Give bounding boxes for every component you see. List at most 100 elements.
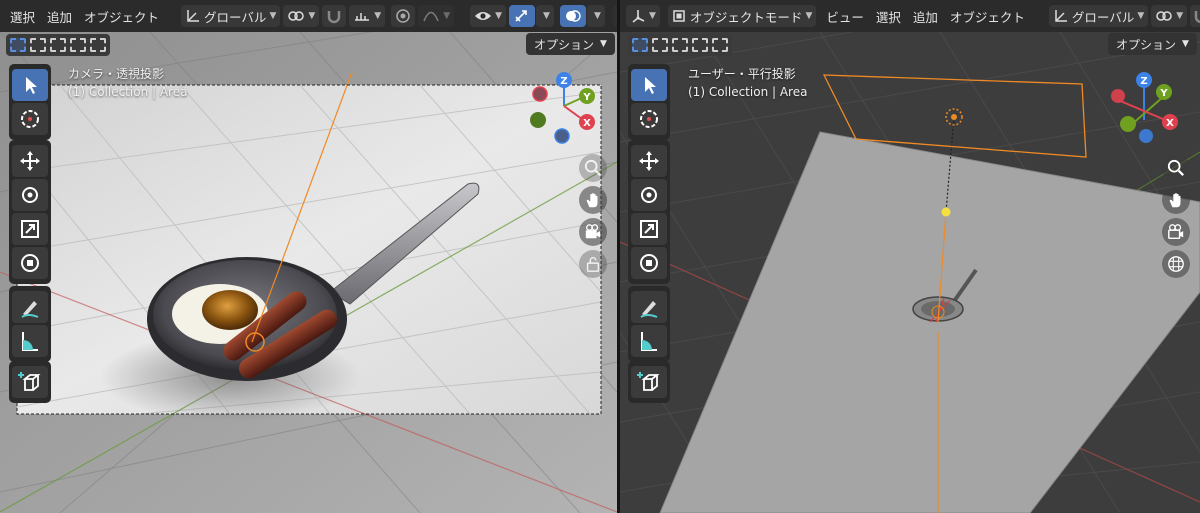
grid-icon[interactable] bbox=[1162, 250, 1190, 278]
mode-label: オブジェクトモード bbox=[689, 9, 803, 25]
menu-select[interactable]: 選択 bbox=[870, 7, 907, 26]
menu-add[interactable]: 追加 bbox=[41, 7, 78, 26]
measure-icon[interactable] bbox=[631, 325, 667, 357]
orientation-label: グローバル bbox=[204, 9, 267, 25]
select-extend-icon[interactable] bbox=[652, 38, 668, 52]
navigation-gizmo[interactable]: Z Y X bbox=[528, 70, 600, 148]
menu-view[interactable]: ビュー bbox=[820, 7, 870, 26]
zoom-icon[interactable] bbox=[579, 154, 607, 182]
magnet-icon bbox=[1194, 11, 1200, 24]
user-ortho-viewport[interactable]: ユーザー・平行投影 (1) Collection | Area Z Y X bbox=[620, 32, 1200, 513]
right-header: ▼ オブジェクトモード ▼ ビュー 選択 追加 オブジェクト グローバル ▼ ▼ bbox=[620, 0, 1200, 32]
gizmo-z-label: Z bbox=[1140, 76, 1147, 87]
hand-pan-icon[interactable] bbox=[579, 186, 607, 214]
select-subtract-icon[interactable] bbox=[672, 38, 688, 52]
lock-icon[interactable] bbox=[579, 250, 607, 278]
camera-viewport[interactable]: カメラ・透視投影 (1) Collection | Area Z Y X bbox=[0, 32, 617, 513]
rotate-icon[interactable] bbox=[631, 179, 667, 211]
add-tools bbox=[9, 361, 51, 403]
overlays-dropdown[interactable]: ▼ bbox=[586, 5, 605, 27]
transform-icon[interactable] bbox=[631, 247, 667, 279]
transform-tools bbox=[628, 140, 670, 284]
move-icon[interactable] bbox=[631, 145, 667, 177]
select-new-icon[interactable] bbox=[632, 38, 648, 52]
select-new-icon[interactable] bbox=[10, 38, 26, 52]
collection-label: (1) Collection | Area bbox=[68, 85, 188, 99]
pivot-dropdown[interactable]: ▼ bbox=[283, 5, 320, 27]
snap-toggle[interactable] bbox=[1190, 5, 1200, 27]
gizmo-y-label: Y bbox=[1159, 88, 1168, 99]
rotate-icon[interactable] bbox=[12, 179, 48, 211]
annotate-icon[interactable] bbox=[631, 291, 667, 323]
select-box-icon[interactable] bbox=[631, 69, 667, 101]
add-cube-icon[interactable] bbox=[631, 366, 667, 398]
scale-icon[interactable] bbox=[631, 213, 667, 245]
mode-dropdown[interactable]: オブジェクトモード ▼ bbox=[667, 5, 817, 27]
orientation-dropdown[interactable]: グローバル ▼ bbox=[181, 5, 281, 27]
orientation-label: グローバル bbox=[1071, 9, 1135, 25]
menu-object[interactable]: オブジェクト bbox=[944, 7, 1031, 26]
select-intersect-icon[interactable] bbox=[712, 38, 728, 52]
select-invert-icon[interactable] bbox=[70, 38, 86, 52]
proportional-edit-toggle[interactable] bbox=[391, 5, 416, 27]
zoom-icon[interactable] bbox=[1162, 154, 1190, 182]
pivot-dropdown[interactable]: ▼ bbox=[1151, 5, 1188, 27]
eye-icon bbox=[475, 12, 492, 20]
left-3d-viewport[interactable]: カメラ・透視投影 (1) Collection | Area Z Y X 選択 … bbox=[0, 0, 617, 513]
tool-shelf bbox=[628, 64, 670, 140]
options-dropdown[interactable]: オプション ▼ bbox=[1108, 33, 1197, 55]
camera-icon[interactable] bbox=[579, 218, 607, 246]
magnet-icon bbox=[328, 11, 341, 24]
select-invert-icon[interactable] bbox=[692, 38, 708, 52]
orientation-dropdown[interactable]: グローバル ▼ bbox=[1048, 5, 1149, 27]
menu-object[interactable]: オブジェクト bbox=[78, 7, 165, 26]
falloff-curve-icon bbox=[423, 11, 439, 22]
select-box-icon[interactable] bbox=[12, 69, 48, 101]
visibility-dropdown[interactable]: ▼ bbox=[470, 5, 507, 27]
measure-icon[interactable] bbox=[12, 325, 48, 357]
view-name: カメラ・透視投影 bbox=[68, 67, 165, 81]
select-intersect-icon[interactable] bbox=[90, 38, 106, 52]
options-dropdown[interactable]: オプション ▼ bbox=[526, 33, 615, 55]
transform-icon[interactable] bbox=[12, 247, 48, 279]
transform-orientation-icon bbox=[187, 10, 200, 22]
snap-toggle[interactable] bbox=[322, 5, 347, 27]
gizmo-x-label: X bbox=[583, 118, 591, 129]
menu-add[interactable]: 追加 bbox=[907, 7, 944, 26]
gizmo-y-label: Y bbox=[582, 92, 591, 103]
overlays-toggle[interactable] bbox=[559, 5, 586, 27]
gizmo-dropdown[interactable]: ▼ bbox=[536, 5, 554, 27]
select-extend-icon[interactable] bbox=[30, 38, 46, 52]
editor-type-dropdown[interactable]: ▼ bbox=[626, 5, 660, 27]
move-icon[interactable] bbox=[12, 145, 48, 177]
right-3d-viewport[interactable]: ユーザー・平行投影 (1) Collection | Area Z Y X ▼ … bbox=[620, 0, 1200, 513]
scene-render bbox=[0, 32, 617, 513]
proportional-icon bbox=[396, 9, 410, 23]
pivot-link-icon bbox=[288, 11, 305, 21]
selection-mode-buttons[interactable] bbox=[6, 34, 110, 56]
menu-select[interactable]: 選択 bbox=[4, 7, 41, 26]
cursor-icon[interactable] bbox=[12, 103, 48, 135]
axes-3d-icon bbox=[632, 10, 645, 23]
options-label: オプション bbox=[534, 37, 595, 52]
scale-icon[interactable] bbox=[12, 213, 48, 245]
pivot-link-icon bbox=[1156, 11, 1172, 21]
add-tools bbox=[628, 361, 670, 403]
select-subtract-icon[interactable] bbox=[50, 38, 66, 52]
collection-label: (1) Collection | Area bbox=[688, 85, 808, 99]
add-cube-icon[interactable] bbox=[12, 366, 48, 398]
annotate-icon[interactable] bbox=[12, 291, 48, 323]
camera-icon[interactable] bbox=[1162, 218, 1190, 246]
snap-target-dropdown[interactable]: ▼ bbox=[349, 5, 386, 27]
left-header: 選択 追加 オブジェクト グローバル ▼ ▼ ▼ ▼ ▼ ▼ ▼ bbox=[0, 0, 617, 32]
falloff-dropdown[interactable]: ▼ bbox=[418, 5, 455, 27]
cursor-icon[interactable] bbox=[631, 103, 667, 135]
gizmo-z-label: Z bbox=[560, 76, 567, 87]
transform-orientation-icon bbox=[1055, 10, 1067, 22]
selection-mode-buttons[interactable] bbox=[628, 34, 732, 56]
hand-pan-icon[interactable] bbox=[1162, 186, 1190, 214]
navigation-gizmo[interactable]: Z Y X bbox=[1108, 70, 1180, 148]
annotate-tools bbox=[628, 286, 670, 362]
gizmo-x-label: X bbox=[1166, 118, 1174, 129]
gizmo-toggle[interactable] bbox=[509, 5, 536, 27]
